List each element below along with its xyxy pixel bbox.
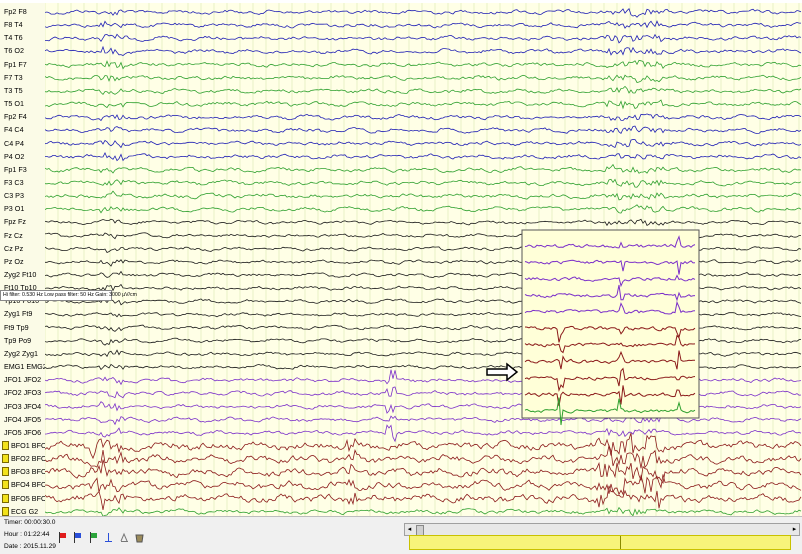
channel-trace xyxy=(45,163,802,174)
channel-label[interactable]: Cz Pz xyxy=(4,243,23,255)
timer-readout: Timer: 00:00:30.0 xyxy=(4,519,56,526)
channel-trace xyxy=(45,125,802,135)
channel-label[interactable]: Fp1 F3 xyxy=(4,164,27,176)
channel-trace xyxy=(45,178,802,188)
hour-readout: Hour : 01:22:44 xyxy=(4,531,50,538)
channel-label[interactable]: BFO5 BFO6 xyxy=(4,493,51,505)
channel-label[interactable]: F7 T3 xyxy=(4,72,23,84)
channel-label[interactable]: JFO3 JFO4 xyxy=(4,401,41,413)
eeg-viewer-window: Fp2 F8 F8 T4 T4 T6 T6 O2 Fp1 F7 F7 T3 T3 T5 T5 … xyxy=(0,0,802,554)
channel-trace xyxy=(45,190,802,201)
channel-trace xyxy=(45,432,802,460)
eeg-trace-area[interactable] xyxy=(45,3,802,516)
channel-label[interactable]: T5 O1 xyxy=(4,98,24,110)
channel-trace xyxy=(45,59,802,70)
scroll-left-arrow-icon[interactable]: ◂ xyxy=(405,524,414,535)
channel-label[interactable]: Ft9 Tp9 xyxy=(4,322,29,334)
flag-red-icon[interactable] xyxy=(58,530,67,544)
channel-label[interactable]: BFO4 BFO5 xyxy=(4,479,51,491)
channel-label[interactable]: JFO5 JFO6 xyxy=(4,427,41,439)
channel-label[interactable]: BFO2 BFO3 xyxy=(4,453,51,465)
channel-label[interactable]: T6 O2 xyxy=(4,45,24,57)
timeline-marker xyxy=(620,536,621,549)
warning-icon xyxy=(2,493,9,503)
measure-icon[interactable] xyxy=(120,530,129,543)
channel-trace xyxy=(45,474,802,496)
date-readout: Date : 2015.11.29 xyxy=(4,543,56,550)
flag-blue-icon[interactable] xyxy=(73,530,82,544)
channel-label-column: Fp2 F8 F8 T4 T4 T6 T6 O2 Fp1 F7 F7 T3 T3 T5 T5 … xyxy=(0,3,51,516)
channel-trace xyxy=(45,459,802,485)
channel-trace xyxy=(45,45,802,56)
channel-trace xyxy=(45,443,802,469)
warning-icon xyxy=(2,454,9,464)
channel-label[interactable]: F8 T4 xyxy=(4,19,23,31)
channel-trace xyxy=(45,113,802,122)
channel-label[interactable]: Fp1 F7 xyxy=(4,59,27,71)
channel-label[interactable]: F3 C3 xyxy=(4,177,24,189)
channel-trace xyxy=(45,151,802,162)
warning-icon xyxy=(2,440,9,450)
channel-trace xyxy=(45,424,802,443)
annotation-toolbar xyxy=(58,527,146,544)
channel-label[interactable]: JFO4 JFO5 xyxy=(4,414,41,426)
warning-icon xyxy=(2,480,9,490)
channel-label[interactable]: Pz Oz xyxy=(4,256,24,268)
channel-label[interactable]: C3 P3 xyxy=(4,190,24,202)
channel-trace xyxy=(45,85,802,96)
warning-icon xyxy=(2,467,9,477)
zoom-inset-panel xyxy=(521,229,700,426)
channel-label[interactable]: T4 T6 xyxy=(4,32,23,44)
channel-label[interactable]: T3 T5 xyxy=(4,85,23,97)
scroll-right-arrow-icon[interactable]: ▸ xyxy=(790,524,799,535)
eeg-trace-canvas[interactable] xyxy=(45,3,802,516)
channel-trace xyxy=(45,74,802,83)
channel-trace xyxy=(45,138,802,149)
channel-label[interactable]: BFO1 BFO2 xyxy=(4,440,51,452)
channel-label[interactable]: P3 O1 xyxy=(4,203,24,215)
zoom-inset-frame xyxy=(521,229,700,419)
channel-trace xyxy=(45,485,802,510)
channel-trace xyxy=(45,99,802,110)
channel-label[interactable]: F4 C4 xyxy=(4,124,24,136)
channel-label[interactable]: Tp9 Po9 xyxy=(4,335,31,347)
channel-trace xyxy=(45,33,802,44)
channel-label[interactable]: C4 P4 xyxy=(4,138,24,150)
marker-icon[interactable] xyxy=(104,530,113,543)
channel-trace xyxy=(45,506,802,516)
filter-settings-readout: Hi filter: 0.530 Hz Low pass filter: 50 … xyxy=(0,290,137,301)
flag-green-icon[interactable] xyxy=(89,530,98,544)
recording-timeline[interactable] xyxy=(409,535,791,550)
channel-label[interactable]: JFO2 JFO3 xyxy=(4,387,41,399)
bucket-icon[interactable] xyxy=(135,530,144,543)
channel-trace xyxy=(45,204,802,214)
channel-trace xyxy=(45,20,801,29)
channel-label[interactable]: BFO3 BFO4 xyxy=(4,466,51,478)
channel-label[interactable]: Fz Cz xyxy=(4,230,23,242)
warning-icon xyxy=(2,506,9,516)
channel-label[interactable]: Zyg2 Zyg1 xyxy=(4,348,38,360)
channel-trace xyxy=(45,7,802,18)
channel-trace xyxy=(45,218,802,227)
channel-label[interactable]: Zyg1 Ft9 xyxy=(4,308,32,320)
channel-label[interactable]: JFO1 JFO2 xyxy=(4,374,41,386)
channel-label[interactable]: Fp2 F4 xyxy=(4,111,27,123)
channel-label[interactable]: EMG1 EMG2 xyxy=(4,361,47,373)
channel-label[interactable]: Fpz Fz xyxy=(4,216,26,228)
channel-label[interactable]: Zyg2 Ft10 xyxy=(4,269,36,281)
channel-label[interactable]: Fp2 F8 xyxy=(4,6,27,18)
channel-label[interactable]: P4 O2 xyxy=(4,151,24,163)
